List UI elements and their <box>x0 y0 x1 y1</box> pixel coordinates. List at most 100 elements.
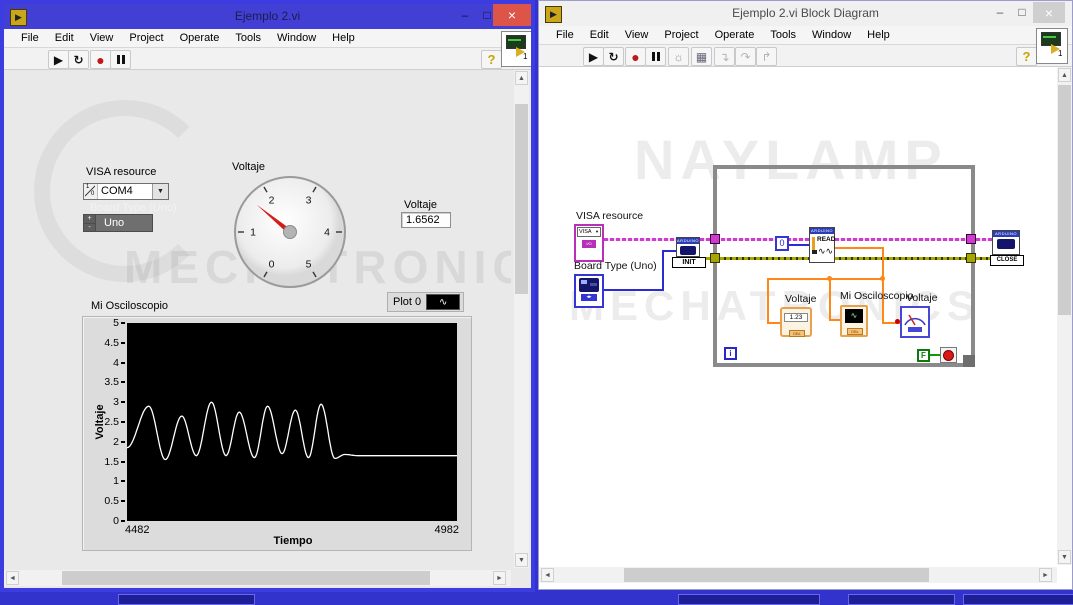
zero-constant[interactable]: 0 <box>775 236 789 251</box>
voltaje-numeric-node[interactable]: 1.23 DBL <box>780 307 812 337</box>
scroll-left-button[interactable]: ◄ <box>6 571 19 585</box>
pause-icon <box>657 52 660 61</box>
y-tick: 2.5 <box>104 416 125 428</box>
chart-xlabel: Tiempo <box>268 535 318 547</box>
block-diagram-canvas: NAYLAMP MECHATRONICS <box>539 67 1057 565</box>
arduino-close-node[interactable]: ARDUINO <box>992 230 1020 255</box>
board-type-node[interactable]: ◂▸ <box>574 274 604 308</box>
plot-legend[interactable]: Plot 0 ∿ <box>387 292 464 312</box>
menu-window[interactable]: Window <box>270 30 323 46</box>
loop-condition-terminal[interactable] <box>940 347 957 363</box>
voltage-gauge: 012345 <box>230 172 350 292</box>
context-help-button[interactable]: ? <box>1016 47 1037 66</box>
horizontal-scroll-thumb[interactable] <box>624 568 929 582</box>
close-button[interactable]: × <box>493 4 531 26</box>
vi-icon[interactable]: 1 <box>501 31 533 67</box>
svg-text:1: 1 <box>250 227 256 239</box>
minimize-button[interactable]: – <box>989 3 1011 21</box>
run-continuous-button[interactable]: ↻ <box>68 50 89 69</box>
menu-operate[interactable]: Operate <box>708 27 762 43</box>
y-tick: 3.5 <box>104 376 125 388</box>
data-wire <box>882 247 884 278</box>
horizontal-scrollbar[interactable]: ◄ ► <box>539 567 1057 583</box>
run-button[interactable]: ▶ <box>48 50 69 69</box>
scroll-up-button[interactable]: ▲ <box>1058 68 1071 82</box>
scroll-down-button[interactable]: ▼ <box>515 553 528 567</box>
vi-icon-trace <box>1043 36 1056 38</box>
vertical-scroll-thumb[interactable] <box>1058 85 1071 315</box>
voltaje-gauge-node[interactable] <box>900 306 930 338</box>
menu-tools[interactable]: Tools <box>228 30 268 46</box>
step-into-button[interactable]: ↴ <box>714 47 735 66</box>
y-tick: 1 <box>113 475 125 487</box>
scroll-left-button[interactable]: ◄ <box>541 568 554 582</box>
menu-edit[interactable]: Edit <box>48 30 81 46</box>
minimize-button[interactable]: – <box>454 6 476 24</box>
iteration-terminal[interactable]: i <box>724 347 737 360</box>
visa-resource-combo[interactable]: 1 0 COM4 ▼ <box>83 183 169 200</box>
menu-edit[interactable]: Edit <box>583 27 616 43</box>
menu-view[interactable]: View <box>83 30 121 46</box>
board-type-dropdown[interactable]: + - Uno <box>83 214 153 232</box>
init-node-label: INIT <box>672 257 706 268</box>
data-wire <box>767 278 884 280</box>
combo-dropdown-button[interactable]: ▼ <box>152 184 168 199</box>
menu-file[interactable]: File <box>14 30 46 46</box>
chart-x-max: 4982 <box>424 524 459 536</box>
increment-button[interactable]: + <box>84 215 95 223</box>
waveform-plot <box>127 323 457 521</box>
scroll-down-button[interactable]: ▼ <box>1058 550 1071 564</box>
pause-button[interactable] <box>645 47 666 66</box>
clean-up-diagram-button[interactable]: ▦ <box>691 47 712 66</box>
vi-icon[interactable]: 1 <box>1036 28 1068 64</box>
taskbar-item <box>678 594 820 605</box>
maximize-button[interactable]: □ <box>1011 3 1033 21</box>
block-diagram-titlebar: ▶ Ejemplo 2.vi Block Diagram – □ × <box>539 1 1072 27</box>
false-constant[interactable]: F <box>917 349 930 362</box>
loop-tunnel-visa <box>966 234 976 244</box>
horizontal-scrollbar[interactable]: ◄ ► <box>4 570 511 586</box>
vertical-scroll-thumb[interactable] <box>515 104 528 294</box>
board-type-value: Uno <box>96 215 124 231</box>
oscilloscope-chart-node[interactable]: ∿ DBL <box>840 305 868 337</box>
decrement-button[interactable]: - <box>84 223 95 232</box>
scroll-up-button[interactable]: ▲ <box>515 71 528 85</box>
vertical-scrollbar[interactable]: ▲ ▼ <box>1057 67 1072 565</box>
step-out-button[interactable]: ↱ <box>756 47 777 66</box>
menu-tools[interactable]: Tools <box>763 27 803 43</box>
pause-button[interactable] <box>110 50 131 69</box>
front-panel-toolbar: ▶ ↻ ● ? <box>4 48 531 70</box>
vertical-scrollbar[interactable]: ▲ ▼ <box>514 70 529 568</box>
visa-wire <box>976 238 992 241</box>
abort-button[interactable]: ● <box>625 47 646 66</box>
arduino-init-node[interactable]: ARDUINO <box>676 237 700 257</box>
step-over-button[interactable]: ↷ <box>735 47 756 66</box>
arduino-read-node[interactable]: ARDUINO READ ∿∿ <box>809 227 835 263</box>
menu-window[interactable]: Window <box>805 27 858 43</box>
highlight-execution-button[interactable]: ☼ <box>668 47 689 66</box>
visa-resource-label: VISA resource <box>86 166 156 178</box>
menu-project[interactable]: Project <box>122 30 170 46</box>
visa-resource-node[interactable]: VISA▼ I/O <box>574 224 604 262</box>
horizontal-scroll-thumb[interactable] <box>62 571 430 585</box>
menu-help[interactable]: Help <box>860 27 897 43</box>
context-help-button[interactable]: ? <box>481 50 502 69</box>
menu-operate[interactable]: Operate <box>173 30 227 46</box>
menu-help[interactable]: Help <box>325 30 362 46</box>
run-continuous-button[interactable]: ↻ <box>603 47 624 66</box>
menu-project[interactable]: Project <box>657 27 705 43</box>
menu-file[interactable]: File <box>549 27 581 43</box>
visa-resource-value: COM4 <box>98 184 152 199</box>
close-button[interactable]: × <box>1033 2 1065 23</box>
svg-text:5: 5 <box>306 259 312 271</box>
scroll-right-button[interactable]: ► <box>493 571 506 585</box>
window-title: Ejemplo 2.vi <box>4 9 531 23</box>
y-tick: 4.5 <box>104 337 125 349</box>
abort-button[interactable]: ● <box>90 50 111 69</box>
visa-wire <box>721 238 809 241</box>
scroll-right-button[interactable]: ► <box>1039 568 1052 582</box>
run-button[interactable]: ▶ <box>583 47 604 66</box>
loop-tunnel-visa <box>710 234 720 244</box>
menu-view[interactable]: View <box>618 27 656 43</box>
pause-icon <box>117 55 120 64</box>
